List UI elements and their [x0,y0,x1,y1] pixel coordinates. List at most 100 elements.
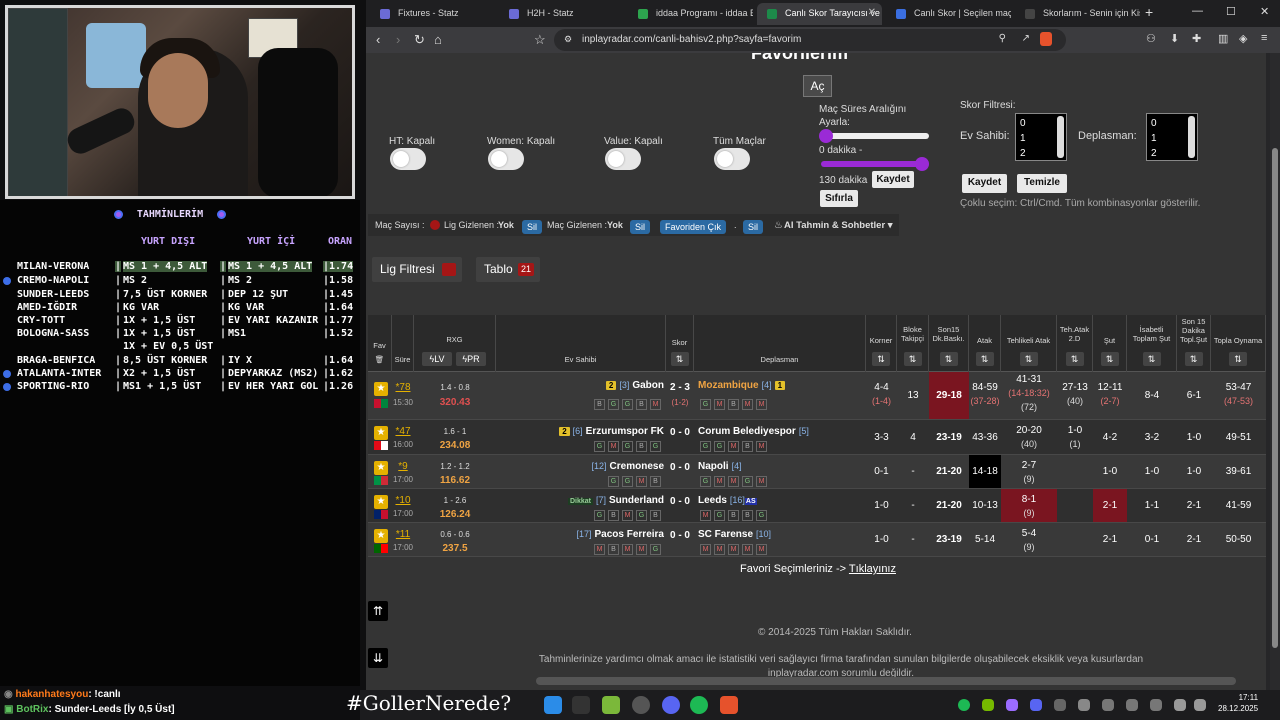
brave-icon[interactable] [720,696,738,714]
clock[interactable]: 17:11 28.12.2025 [1218,692,1258,714]
start-icon[interactable] [544,696,562,714]
sort-lv-button[interactable]: ϟLV [422,352,452,366]
match-minute[interactable]: *9 [392,461,414,472]
horizontal-scrollbar[interactable] [536,677,1236,685]
notepad-icon[interactable] [602,696,620,714]
range-reset-button[interactable]: Sıfırla [820,190,858,207]
away-team-name[interactable]: Napoli [698,461,729,472]
min-slider[interactable] [819,129,929,143]
match-row[interactable]: ★ *9 17:00 1.2 - 1.2 116.62 [12] Cremonese G G M B… [368,455,1266,489]
tray-app-icon[interactable] [1102,699,1114,711]
tray-app-icon[interactable] [1006,699,1018,711]
min-slider-knob[interactable] [819,129,833,143]
table-button[interactable]: Tablo 21 [476,257,540,282]
remove-favorite-button[interactable]: Favoriden Çık [660,220,727,234]
score-clear-button[interactable]: Temizle [1017,174,1067,193]
away-team-name[interactable]: SC Farense [698,529,753,540]
tray-discord-icon[interactable] [1030,699,1042,711]
wallet-icon[interactable]: ◈ [1239,32,1247,45]
forward-icon[interactable]: › [396,32,400,47]
sort-icon[interactable]: ⇅ [1065,352,1084,366]
tray-spotify-icon[interactable] [958,699,970,711]
sidebar-icon[interactable]: ▥ [1218,32,1228,45]
favorite-star-icon[interactable]: ★ [374,529,388,543]
tray-settings-icon[interactable] [1078,699,1090,711]
home-team-name[interactable]: Pacos Ferreira [595,529,665,540]
scrollbar-thumb[interactable] [1272,148,1278,648]
match-minute[interactable]: *10 [392,495,414,506]
favorite-star-icon[interactable]: ★ [374,461,388,475]
score-save-button[interactable]: Kaydet [962,174,1007,193]
obs-icon[interactable] [632,696,650,714]
extensions-icon[interactable]: ✚ [1192,32,1201,45]
home-team-name[interactable]: Sunderland [609,495,664,506]
favorite-delete-button[interactable]: Sil [743,220,764,234]
list-scrollbar[interactable] [1188,116,1195,158]
max-slider-knob[interactable] [915,157,929,171]
favorite-star-icon[interactable]: ★ [374,382,388,396]
scroll-top-icon[interactable]: ⇈ [368,601,388,621]
home-team-name[interactable]: Gabon [632,380,664,391]
favorites-link[interactable]: Tıklayınız [849,563,896,575]
vertical-scrollbar[interactable] [1270,53,1280,690]
sort-icon[interactable]: ⇅ [939,352,958,366]
match-row[interactable]: ★ *47 16:00 1.6 - 1 234.08 2 [6] Erzurumspor FK… [368,420,1266,455]
tab-skorlarim[interactable]: Skorlarım - Senin için Kişise [1015,3,1140,25]
bookmark-icon[interactable]: ☆ [534,32,546,48]
home-score-list[interactable]: 0 1 2 [1015,113,1067,161]
maximize-icon[interactable]: ☐ [1226,5,1236,18]
menu-icon[interactable]: ≡ [1261,32,1267,44]
home-team-name[interactable]: Cremonese [610,461,664,472]
share-icon[interactable]: ↗ [1022,33,1030,44]
url-bar[interactable]: ⚙ inplayradar.com/canli-bahisv2.php?sayf… [554,29,1066,51]
favorite-star-icon[interactable]: ★ [374,426,388,440]
value-toggle[interactable] [605,148,641,170]
sort-icon[interactable]: ⇅ [1100,352,1119,366]
tray-app-icon[interactable] [1150,699,1162,711]
list-scrollbar[interactable] [1057,116,1064,158]
extension-icon[interactable]: ⚇ [1146,32,1156,45]
league-delete-button[interactable]: Sil [522,220,543,234]
tab-fixtures[interactable]: Fixtures - Statz [370,3,495,25]
match-row[interactable]: ★ *11 17:00 0.6 - 0.6 237.5 [17] Pacos Ferreir… [368,523,1266,557]
match-minute[interactable]: *78 [392,382,414,393]
search-icon[interactable] [572,696,590,714]
discord-icon[interactable] [662,696,680,714]
home-icon[interactable]: ⌂ [434,32,442,47]
match-minute[interactable]: *11 [392,529,414,540]
away-team-name[interactable]: Leeds [698,495,727,506]
match-row[interactable]: ★ *78 15:30 1.4 - 0.8 320.43 2 [3] Gabon B G G B M 2 … [368,372,1266,420]
reload-icon[interactable]: ↻ [414,32,425,48]
trash-icon[interactable]: 🗑 [368,355,391,364]
sort-icon[interactable]: ⇅ [670,352,689,366]
scroll-bottom-icon[interactable]: ⇊ [368,648,388,668]
ht-toggle[interactable] [390,148,426,170]
brave-shield-icon[interactable] [1040,32,1052,46]
sort-icon[interactable]: ⇅ [1229,352,1247,366]
tab-secilen[interactable]: Canlı Skor | Seçilen maçlar [886,3,1011,25]
tab-h2h[interactable]: H2H - Statz [499,3,624,25]
tray-app-icon[interactable] [1126,699,1138,711]
match-row[interactable]: ★ *10 17:00 1 - 2.6 126.24 Dikkat [7] Sunderlan… [368,489,1266,523]
site-info-icon[interactable]: ⚙ [564,34,572,45]
new-tab-icon[interactable]: + [1145,4,1153,20]
tab-canli-skor[interactable]: Canlı Skor Tarayıcısı ve ✕ [757,3,882,25]
network-icon[interactable] [1174,699,1186,711]
max-slider[interactable] [821,157,929,171]
sort-icon[interactable]: ⇅ [1142,352,1161,366]
back-icon[interactable]: ‹ [376,32,380,47]
sort-icon[interactable]: ⇅ [1019,352,1038,366]
tray-nvidia-icon[interactable] [982,699,994,711]
away-score-list[interactable]: 0 1 2 [1146,113,1198,161]
match-minute[interactable]: *47 [392,426,414,437]
sort-icon[interactable]: ⇅ [1184,352,1203,366]
spotify-icon[interactable] [690,696,708,714]
sort-pr-button[interactable]: ϟPR [456,352,486,366]
match-delete-button[interactable]: Sil [630,220,651,234]
league-filter-button[interactable]: Lig Filtresi [372,257,462,282]
away-team-name[interactable]: Mozambique [698,380,759,391]
home-team-name[interactable]: Erzurumspor FK [586,426,664,437]
volume-icon[interactable] [1194,699,1206,711]
sort-icon[interactable]: ⇅ [872,352,890,366]
minimize-icon[interactable]: — [1192,5,1203,17]
